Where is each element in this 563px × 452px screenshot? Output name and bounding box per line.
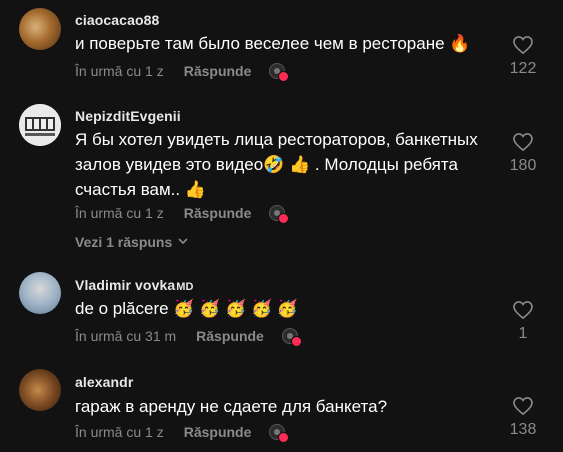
comment-timestamp: În urmă cu 31 m	[75, 328, 177, 344]
like-count: 138	[509, 421, 537, 438]
comment-author[interactable]: Vladimir vovkaMD	[75, 277, 194, 293]
avatar[interactable]	[19, 272, 61, 314]
like-count: 122	[509, 60, 537, 77]
comment-text: гараж в аренду не сдаете для банкета?	[75, 397, 388, 416]
avatar[interactable]	[19, 369, 61, 411]
avatar[interactable]	[19, 104, 61, 146]
creator-liked-icon	[269, 63, 290, 82]
comment-meta: În urmă cu 31 m Răspunde	[75, 328, 302, 347]
like-button[interactable]: 1	[501, 301, 545, 343]
avatar-image	[19, 104, 61, 146]
creator-liked-icon	[281, 328, 302, 347]
comment-meta: În urmă cu 1 z Răspunde	[75, 63, 290, 82]
comment-timestamp: În urmă cu 1 z	[75, 424, 164, 440]
reply-button[interactable]: Răspunde	[184, 424, 252, 440]
like-count: 1	[518, 325, 528, 342]
author-name: Vladimir vovka	[75, 277, 176, 293]
avatar[interactable]	[19, 8, 61, 50]
comment-author[interactable]: alexandr	[75, 374, 133, 390]
like-button[interactable]: 138	[501, 397, 545, 439]
chevron-down-icon	[178, 236, 188, 248]
comment-meta: În urmă cu 1 z Răspunde	[75, 205, 290, 224]
comment-text: и поверьте там было веселее чем в рестор…	[75, 34, 471, 53]
reply-button[interactable]: Răspunde	[184, 63, 252, 79]
reply-button[interactable]: Răspunde	[184, 205, 252, 221]
comment-text: de o plăcere 🥳 🥳 🥳 🥳 🥳	[75, 299, 299, 318]
heart-icon[interactable]	[513, 36, 533, 54]
comment-timestamp: În urmă cu 1 z	[75, 205, 164, 221]
heart-icon[interactable]	[513, 133, 533, 151]
view-replies-button[interactable]: Vezi 1 răspuns	[75, 234, 188, 250]
creator-liked-icon	[269, 205, 290, 224]
comment-text: Я бы хотел увидеть лица рестораторов, ба…	[75, 130, 478, 199]
comment-author[interactable]: ciaocacao88	[75, 12, 159, 28]
reply-button[interactable]: Răspunde	[196, 328, 264, 344]
author-badge: MD	[176, 281, 194, 293]
like-button[interactable]: 180	[501, 133, 545, 175]
heart-icon[interactable]	[513, 397, 533, 415]
like-count: 180	[509, 157, 537, 174]
comment-author[interactable]: NepizditEvgenii	[75, 108, 181, 124]
creator-liked-icon	[269, 424, 290, 443]
view-replies-label: Vezi 1 răspuns	[75, 234, 173, 250]
heart-icon[interactable]	[513, 301, 533, 319]
comment-timestamp: În urmă cu 1 z	[75, 63, 164, 79]
comment-meta: În urmă cu 1 z Răspunde	[75, 424, 290, 443]
like-button[interactable]: 122	[501, 36, 545, 78]
